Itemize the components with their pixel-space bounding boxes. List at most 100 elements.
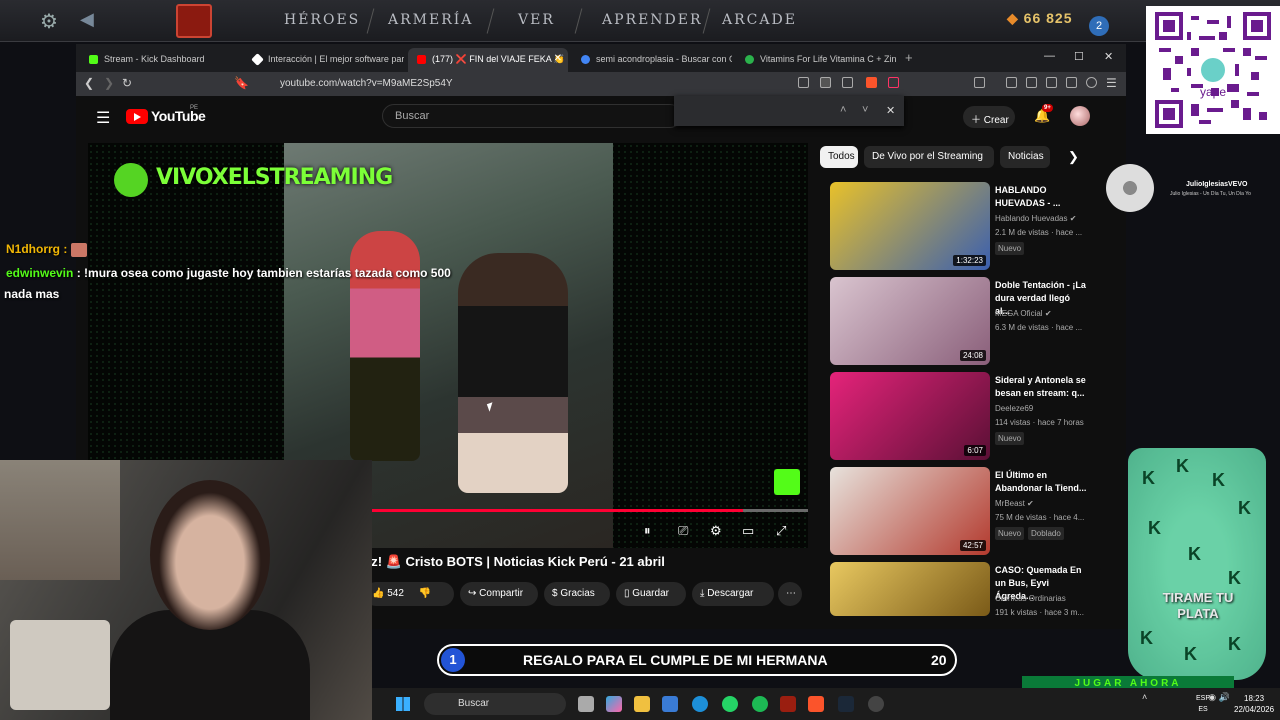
taskbar-clock[interactable]: 18:23 22/04/2026: [1234, 693, 1274, 715]
channel-name[interactable]: Deeleze69: [995, 404, 1033, 413]
wallet-icon[interactable]: [974, 77, 985, 88]
tab-google-search[interactable]: semi acondroplasia - Buscar con Goo: [572, 48, 732, 72]
search-input[interactable]: Buscar: [382, 104, 682, 128]
chip-de-vivo[interactable]: De Vivo por el Streaming: [864, 146, 994, 168]
video-thumbnail[interactable]: [830, 562, 990, 616]
avatar[interactable]: [1070, 106, 1090, 126]
subtitles-icon[interactable]: ⎚: [678, 523, 688, 539]
steam-icon[interactable]: [838, 696, 854, 712]
brave-icon[interactable]: [808, 696, 824, 712]
recommended-video[interactable]: CASO: Quemada En un Bus, Eyvi Ágreda... …: [830, 562, 1100, 617]
spotify-icon[interactable]: [752, 696, 768, 712]
video-title[interactable]: Sideral y Antonela se besan en stream: q…: [995, 374, 1087, 400]
new-tab-button[interactable]: +: [905, 50, 913, 65]
music-icon[interactable]: [1006, 77, 1017, 88]
tab-youtube-video[interactable]: (177) ❌ FIN del VIAJE FEKA 👏 ✕: [408, 48, 568, 72]
create-button[interactable]: ＋ Crear: [963, 106, 1015, 128]
tab-vitamins[interactable]: Vitamins For Life Vitamina C + Zinc N: [736, 48, 896, 72]
sidebar-icon[interactable]: [1026, 77, 1037, 88]
like-button[interactable]: 👍 542 👎: [364, 582, 454, 606]
notification-count: 9+: [1042, 104, 1053, 112]
find-close-icon[interactable]: ✕: [886, 104, 895, 117]
volume-icon[interactable]: 🔊: [1219, 692, 1230, 702]
more-actions-button[interactable]: ⋯: [778, 582, 802, 606]
recommended-video[interactable]: 24:08 Doble Tentación - ¡La dura verdad …: [830, 277, 1100, 365]
whatsapp-icon[interactable]: [722, 696, 738, 712]
obs-icon[interactable]: [868, 696, 884, 712]
share-icon[interactable]: [842, 77, 853, 88]
youtube-logo-icon[interactable]: [126, 109, 148, 124]
bell-icon[interactable]: 🔔 9+: [1034, 104, 1053, 124]
game-logo[interactable]: [176, 4, 212, 38]
thanks-button[interactable]: $ Gracias: [544, 582, 610, 606]
dota-icon[interactable]: [780, 696, 796, 712]
chevron-up-icon[interactable]: ˄: [1142, 692, 1147, 702]
chip-noticias[interactable]: Noticias: [1000, 146, 1050, 168]
menu-icon[interactable]: ☰: [1106, 76, 1117, 90]
channel-name[interactable]: MEGA Oficial ✔: [995, 309, 1052, 318]
copilot-icon[interactable]: [606, 696, 622, 712]
nav-heroes[interactable]: HÉROES: [284, 12, 360, 28]
find-next-icon[interactable]: ˅: [862, 104, 868, 116]
channel-name[interactable]: Hablando Huevadas ✔: [995, 214, 1076, 223]
video-title[interactable]: El Último en Abandonar la Tiend...: [995, 469, 1087, 495]
minimize-button[interactable]: —: [1044, 50, 1055, 62]
recommended-video[interactable]: 42:57 El Último en Abandonar la Tiend...…: [830, 467, 1100, 555]
theater-mode-icon[interactable]: ▭: [742, 523, 754, 539]
hamburger-menu-icon[interactable]: ☰: [96, 108, 110, 128]
settings-icon[interactable]: ⚙: [710, 523, 722, 539]
address-bar[interactable]: youtube.com/watch?v=M9aME2Sp54Y: [256, 75, 776, 93]
nav-learn[interactable]: APRENDER: [602, 12, 703, 28]
thanks-label: Gracias: [560, 588, 595, 599]
close-tab-icon[interactable]: ✕: [554, 53, 562, 64]
chevron-right-icon[interactable]: ❯: [1068, 149, 1079, 165]
forward-button[interactable]: ❯: [104, 76, 114, 90]
windows-start-icon[interactable]: [396, 697, 410, 711]
share-button[interactable]: ↪ Compartir: [460, 582, 538, 606]
reader-icon[interactable]: [820, 77, 831, 88]
video-title[interactable]: HABLANDO HUEVADAS - ...: [995, 184, 1087, 210]
taskbar-search[interactable]: Buscar: [424, 693, 566, 715]
video-thumbnail[interactable]: 42:57: [830, 467, 990, 555]
autoplay-toggle-icon[interactable]: ⏸: [644, 523, 651, 539]
cast-icon[interactable]: [798, 77, 809, 88]
edge-icon[interactable]: [692, 696, 708, 712]
system-tray[interactable]: ˄ ◉ 🔊: [1142, 692, 1230, 703]
rewards-icon[interactable]: [888, 77, 899, 88]
video-thumbnail[interactable]: 24:08: [830, 277, 990, 365]
party-badge[interactable]: 2: [1089, 16, 1109, 36]
view-stats: 191 k vistas · hace 3 m...: [995, 608, 1084, 617]
gear-icon[interactable]: ⚙: [40, 9, 58, 34]
nav-arcade[interactable]: ARCADE: [722, 12, 797, 28]
language-indicator[interactable]: ESP ES: [1196, 693, 1210, 715]
chip-all[interactable]: Todos: [820, 146, 858, 168]
plus-icon: ＋: [971, 115, 984, 126]
download-button[interactable]: ⤓ Descargar: [692, 582, 774, 606]
channel-name[interactable]: Crónicas Ordinarias: [995, 594, 1066, 603]
close-window-button[interactable]: ✕: [1104, 50, 1113, 63]
file-explorer-icon[interactable]: [634, 696, 650, 712]
maximize-button[interactable]: ☐: [1074, 50, 1084, 63]
channel-name[interactable]: MrBeast ✔: [995, 499, 1034, 508]
brave-shield-icon[interactable]: [866, 77, 877, 88]
bookmark-icon[interactable]: 🔖: [234, 76, 249, 90]
wallet-icon[interactable]: [1046, 77, 1057, 88]
store-icon[interactable]: [662, 696, 678, 712]
task-view-icon[interactable]: [578, 696, 594, 712]
recommended-video[interactable]: 6:07 Sideral y Antonela se besan en stre…: [830, 372, 1100, 460]
find-prev-icon[interactable]: ˄: [840, 104, 846, 116]
fullscreen-icon[interactable]: ⤢: [776, 523, 786, 539]
nav-watch[interactable]: VER: [518, 12, 555, 28]
nav-armory[interactable]: ARMERÍA: [388, 12, 473, 28]
tab-interaccion[interactable]: Interacción | El mejor software para p: [244, 48, 404, 72]
save-button[interactable]: ▯ Guardar: [616, 582, 686, 606]
reload-button[interactable]: ↻: [122, 76, 132, 90]
video-thumbnail[interactable]: 1:32:23: [830, 182, 990, 270]
video-thumbnail[interactable]: 6:07: [830, 372, 990, 460]
leo-icon[interactable]: [1066, 77, 1077, 88]
back-button[interactable]: ❮: [84, 76, 94, 90]
recommended-video[interactable]: 1:32:23 HABLANDO HUEVADAS - ... Hablando…: [830, 182, 1100, 270]
vpn-icon[interactable]: [1086, 77, 1097, 88]
tab-kick-dashboard[interactable]: Stream - Kick Dashboard: [80, 48, 240, 72]
back-arrow-icon[interactable]: ◀: [80, 9, 94, 30]
